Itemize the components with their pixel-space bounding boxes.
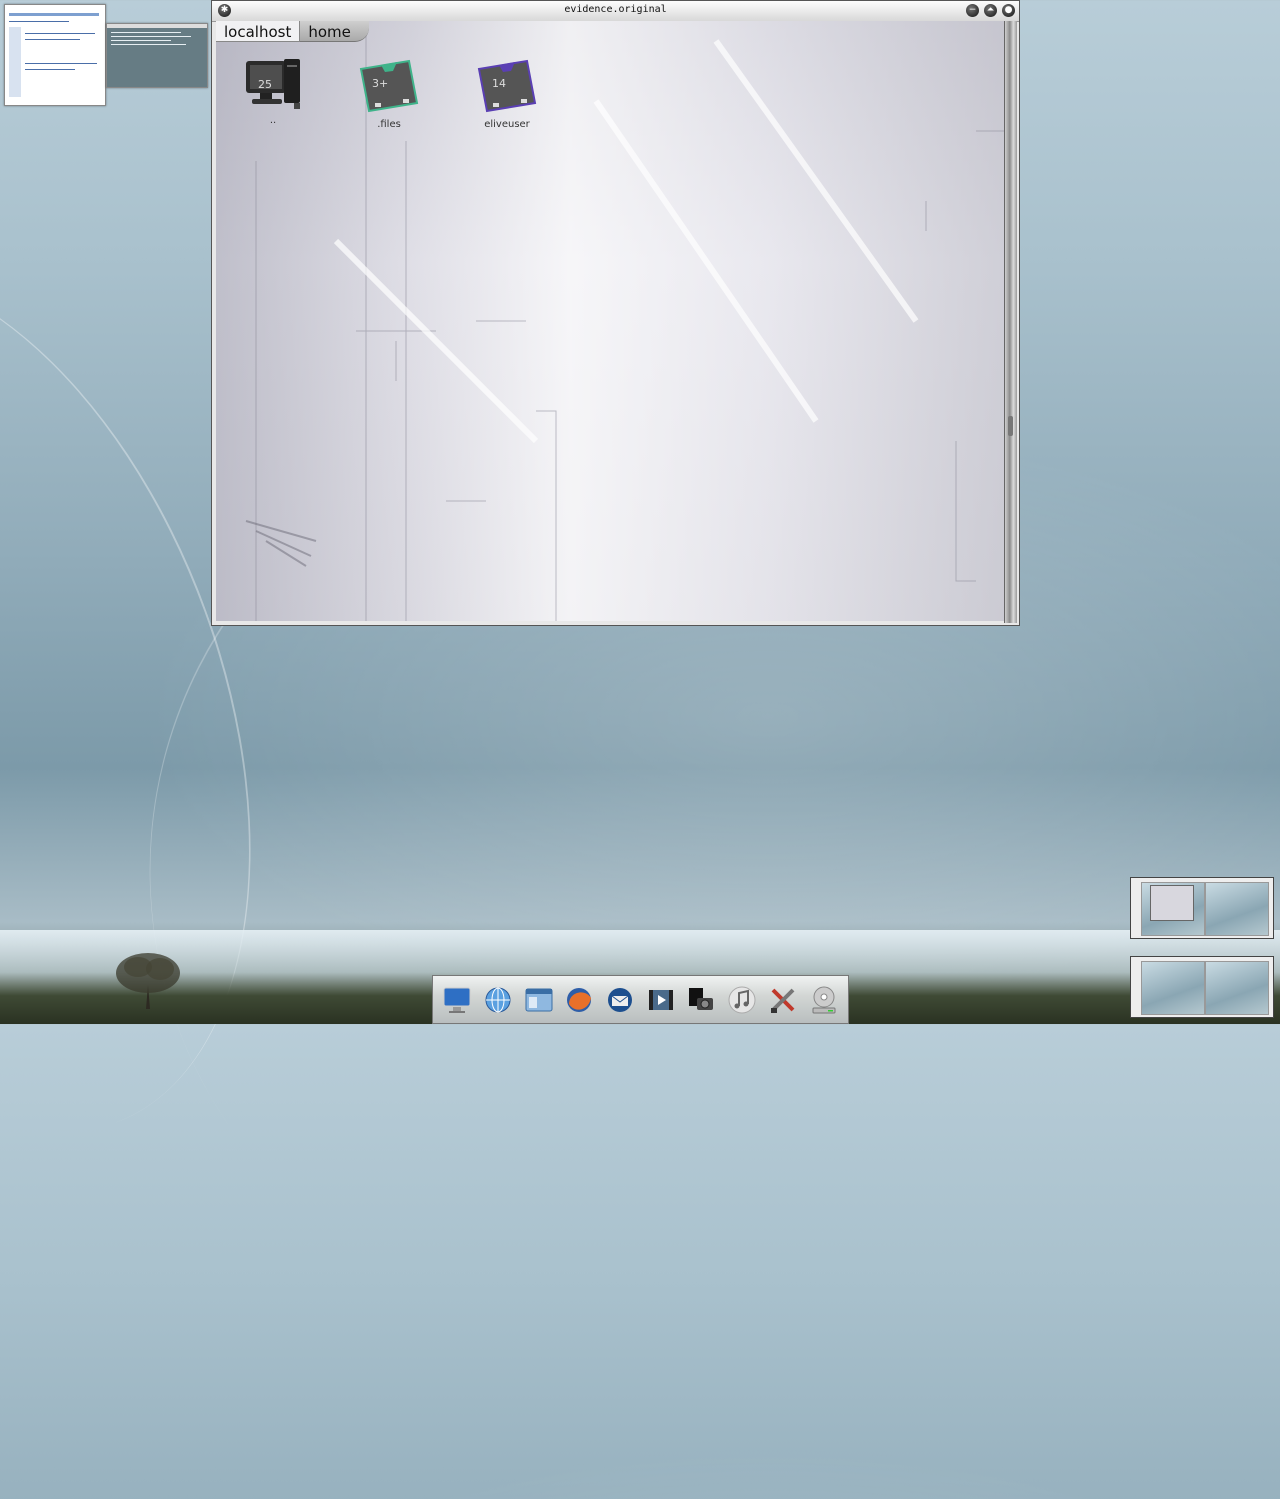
desktop-pager-1[interactable]: [1130, 877, 1274, 939]
parent-directory-item[interactable]: 25 ..: [228, 55, 318, 126]
firefox-icon[interactable]: [561, 982, 597, 1018]
folder-icon: [359, 59, 419, 113]
folder-item-eliveuser[interactable]: 14 eliveuser: [462, 57, 552, 130]
thunderbird-icon[interactable]: [602, 982, 638, 1018]
desktop-pager-2[interactable]: [1130, 956, 1274, 1018]
file-manager-icon[interactable]: [521, 982, 557, 1018]
tree-icon: [116, 953, 180, 1009]
window-titlebar[interactable]: ✱ evidence.original − ⏶ ●: [212, 1, 1019, 22]
monitor-icon[interactable]: [439, 982, 475, 1018]
pager-desk[interactable]: [1141, 882, 1205, 936]
background-artwork: [245, 21, 1004, 621]
browser-window-thumbnail[interactable]: [4, 4, 106, 106]
item-count-badge: 14: [492, 77, 506, 90]
pager-desk[interactable]: [1141, 961, 1205, 1015]
network-globe-icon[interactable]: [480, 982, 516, 1018]
folder-item-dotfiles[interactable]: 3+ .files: [344, 57, 434, 130]
folder-icon: [477, 59, 537, 113]
music-player-icon[interactable]: [724, 982, 760, 1018]
pager-window-preview: [1150, 885, 1194, 921]
computer-icon: [246, 59, 300, 109]
close-icon[interactable]: ●: [1002, 4, 1015, 17]
pager-desk[interactable]: [1205, 882, 1269, 936]
breadcrumb: localhost home: [216, 21, 369, 43]
window-title: evidence.original: [564, 4, 667, 15]
item-label: ..: [269, 115, 277, 126]
file-view[interactable]: 25 .. 3+ .files 14 eliveuser: [216, 21, 1004, 621]
settings-tools-icon[interactable]: [765, 982, 801, 1018]
breadcrumb-localhost[interactable]: localhost: [216, 21, 301, 42]
shade-icon[interactable]: ⏶: [984, 4, 997, 17]
breadcrumb-home[interactable]: home: [300, 21, 369, 42]
pager-desk[interactable]: [1205, 961, 1269, 1015]
terminal-window-thumbnail[interactable]: [106, 23, 208, 88]
application-dock: [432, 975, 849, 1024]
file-manager-window: ✱ evidence.original − ⏶ ● 25 .. 3+ .file…: [211, 0, 1020, 626]
scrollbar-grip[interactable]: [1008, 416, 1013, 436]
minimize-icon[interactable]: −: [966, 4, 979, 17]
item-label: .files: [377, 119, 401, 130]
item-label: eliveuser: [484, 119, 530, 130]
vertical-scrollbar[interactable]: [1004, 21, 1017, 623]
dvd-burner-icon[interactable]: [806, 982, 842, 1018]
item-count-badge: 3+: [372, 77, 389, 90]
item-count-badge: 25: [258, 78, 272, 91]
photo-camera-icon[interactable]: [683, 982, 719, 1018]
video-player-icon[interactable]: [643, 982, 679, 1018]
